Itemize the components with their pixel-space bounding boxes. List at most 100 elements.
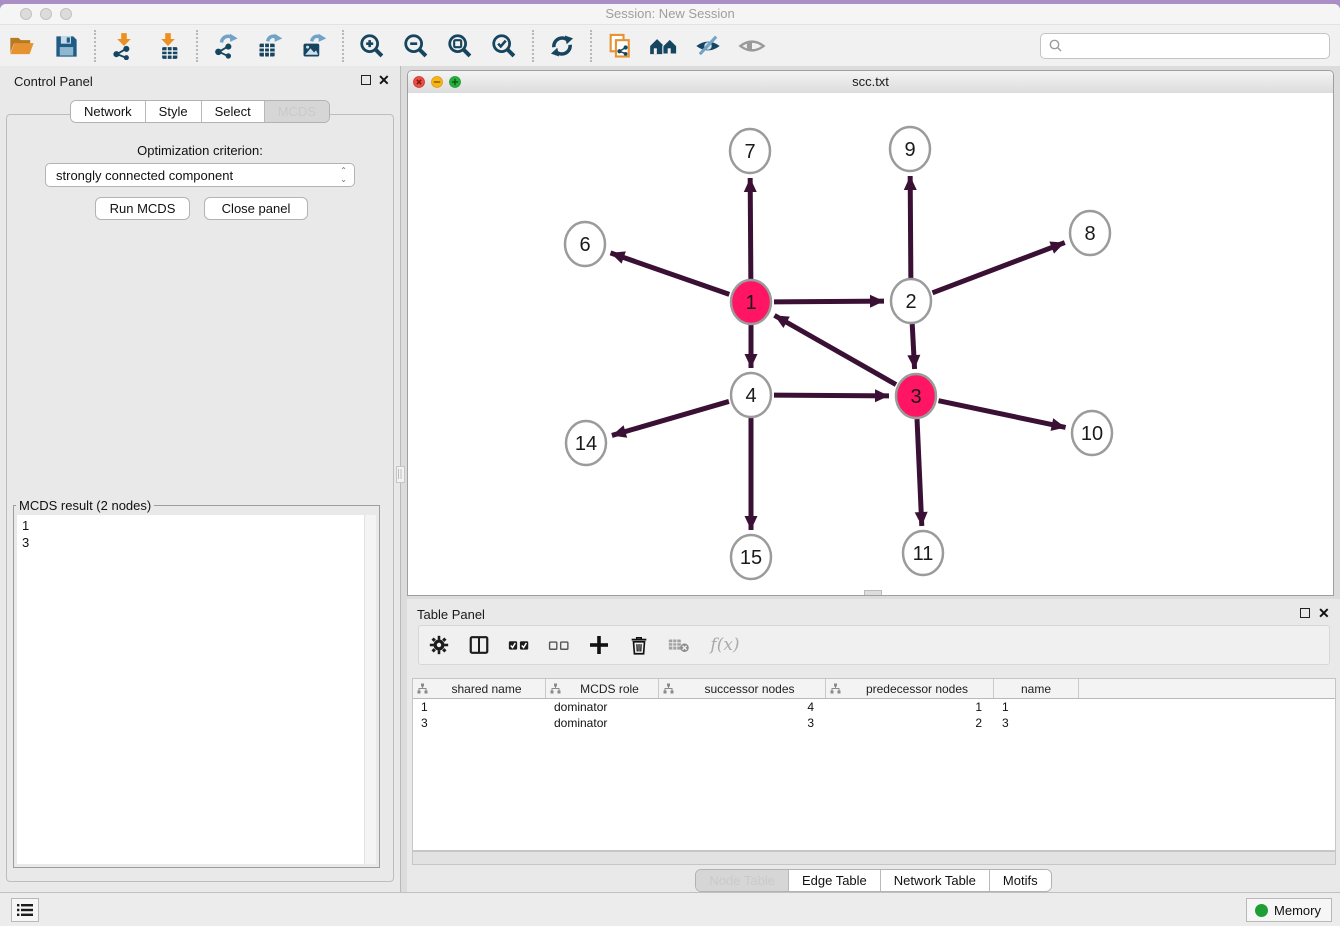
import-network-icon[interactable]: [109, 31, 139, 61]
graph-node-2[interactable]: 2: [891, 279, 931, 323]
edge-3-1[interactable]: [774, 315, 896, 384]
graph-node-10[interactable]: 10: [1072, 411, 1112, 455]
control-panel-header: Control Panel ✕: [0, 66, 400, 96]
select-all-checkboxes-icon[interactable]: [504, 631, 534, 659]
column-header-name[interactable]: name: [994, 679, 1079, 698]
zoom-fit-icon[interactable]: [445, 31, 475, 61]
graph-node-1[interactable]: 1: [731, 280, 771, 324]
table-hscrollbar[interactable]: [412, 851, 1336, 865]
show-all-icon[interactable]: [737, 31, 767, 61]
tab-node-table[interactable]: Node Table: [696, 870, 788, 891]
tab-mcds[interactable]: MCDS: [264, 101, 329, 122]
tab-network[interactable]: Network: [71, 101, 145, 122]
edge-2-9[interactable]: [910, 176, 911, 278]
edge-1-7[interactable]: [750, 178, 751, 279]
deselect-all-checkboxes-icon[interactable]: [544, 631, 574, 659]
table-close-panel-icon[interactable]: ✕: [1318, 606, 1330, 620]
close-panel-button[interactable]: Close panel: [204, 197, 308, 220]
graph-node-3[interactable]: 3: [896, 374, 936, 418]
apply-layout-icon[interactable]: [547, 31, 577, 61]
tab-network-table[interactable]: Network Table: [880, 870, 989, 891]
control-panel: Control Panel ✕ NetworkStyleSelectMCDS O…: [0, 66, 401, 892]
tab-edge-table[interactable]: Edge Table: [788, 870, 880, 891]
table-options-gear-icon[interactable]: [424, 631, 454, 659]
edge-4-14[interactable]: [612, 401, 729, 435]
svg-text:15: 15: [740, 547, 762, 569]
zoom-out-icon[interactable]: [401, 31, 431, 61]
graph-node-6[interactable]: 6: [565, 222, 605, 266]
close-panel-icon[interactable]: ✕: [378, 73, 390, 87]
float-panel-icon[interactable]: [361, 75, 371, 85]
export-image-icon[interactable]: [299, 31, 329, 61]
edge-3-10[interactable]: [939, 401, 1066, 428]
hide-selected-icon[interactable]: [693, 31, 723, 61]
column-header-MCDS-role[interactable]: MCDS role: [546, 679, 659, 698]
graph-node-4[interactable]: 4: [731, 373, 771, 417]
tab-select[interactable]: Select: [201, 101, 264, 122]
cell-MCDS-role: dominator: [546, 699, 659, 715]
cell-shared-name: 3: [413, 715, 546, 731]
clone-network-icon[interactable]: [605, 31, 635, 61]
import-table-icon[interactable]: [153, 31, 183, 61]
edge-1-6[interactable]: [610, 253, 729, 295]
zoom-in-icon[interactable]: [357, 31, 387, 61]
control-panel-title: Control Panel: [14, 74, 93, 89]
search-input[interactable]: [1068, 35, 1329, 57]
edge-3-11[interactable]: [917, 419, 922, 526]
open-session-icon[interactable]: [7, 31, 37, 61]
mcds-result-values: 1 3: [22, 517, 29, 551]
tab-style[interactable]: Style: [145, 101, 201, 122]
search-field: [1040, 33, 1330, 59]
split-handle[interactable]: [396, 466, 405, 483]
network-canvas[interactable]: 7 9 6 8 1 2 4 3 14 10 15 11: [408, 93, 1333, 595]
optimization-criterion-label: Optimization criterion:: [7, 143, 393, 158]
graph-node-9[interactable]: 9: [890, 127, 930, 171]
mcds-result-textarea[interactable]: 1 3: [17, 515, 376, 864]
column-header-shared-name[interactable]: shared name: [413, 679, 546, 698]
delete-column-trash-icon[interactable]: [624, 631, 654, 659]
table-row[interactable]: 3dominator323: [413, 715, 1335, 731]
network-view-window: scc.txt 7 9 6 8 1 2 4 3 14 10 15 11: [407, 70, 1334, 596]
graph-node-14[interactable]: 14: [566, 421, 606, 465]
memory-button[interactable]: Memory: [1246, 898, 1332, 922]
tab-motifs[interactable]: Motifs: [989, 870, 1051, 891]
criterion-value: strongly connected component: [56, 168, 233, 183]
run-mcds-button[interactable]: Run MCDS: [95, 197, 190, 220]
graph-node-8[interactable]: 8: [1070, 211, 1110, 255]
network-window-titlebar[interactable]: scc.txt: [408, 71, 1333, 94]
graph-node-11[interactable]: 11: [903, 531, 943, 575]
memory-status-icon: [1255, 904, 1268, 917]
function-builder-icon: f(x): [704, 631, 746, 659]
edge-2-8[interactable]: [933, 243, 1065, 293]
memory-label: Memory: [1274, 903, 1321, 918]
zoom-selected-icon[interactable]: [489, 31, 519, 61]
edge-4-3[interactable]: [774, 395, 889, 396]
export-network-icon[interactable]: [211, 31, 241, 61]
sash-handle[interactable]: [864, 590, 882, 596]
edge-1-2[interactable]: [774, 301, 884, 302]
add-column-icon[interactable]: [584, 631, 614, 659]
show-column-panel-icon[interactable]: [464, 631, 494, 659]
status-bar: Memory: [0, 892, 1340, 926]
table-float-panel-icon[interactable]: [1300, 608, 1310, 618]
column-header-predecessor-nodes[interactable]: predecessor nodes: [826, 679, 994, 698]
task-history-button[interactable]: [11, 898, 39, 922]
table-row[interactable]: 1dominator411: [413, 699, 1335, 715]
graph-node-7[interactable]: 7: [730, 129, 770, 173]
first-neighbors-icon[interactable]: [649, 31, 679, 61]
save-session-icon[interactable]: [51, 31, 81, 61]
control-panel-tabs: NetworkStyleSelectMCDS: [0, 100, 400, 123]
edge-2-3[interactable]: [912, 324, 914, 369]
svg-text:9: 9: [904, 139, 915, 161]
cell-name: 3: [994, 715, 1079, 731]
svg-text:7: 7: [744, 141, 755, 163]
network-graph[interactable]: 7 9 6 8 1 2 4 3 14 10 15 11: [408, 93, 1333, 596]
svg-text:14: 14: [575, 433, 597, 455]
network-window-title: scc.txt: [408, 74, 1333, 89]
criterion-select[interactable]: strongly connected component ⌃⌄: [45, 163, 355, 187]
export-table-icon[interactable]: [255, 31, 285, 61]
column-header-successor-nodes[interactable]: successor nodes: [659, 679, 826, 698]
graph-node-15[interactable]: 15: [731, 535, 771, 579]
result-scrollbar[interactable]: [364, 515, 376, 864]
cell-successor-nodes: 3: [659, 715, 826, 731]
